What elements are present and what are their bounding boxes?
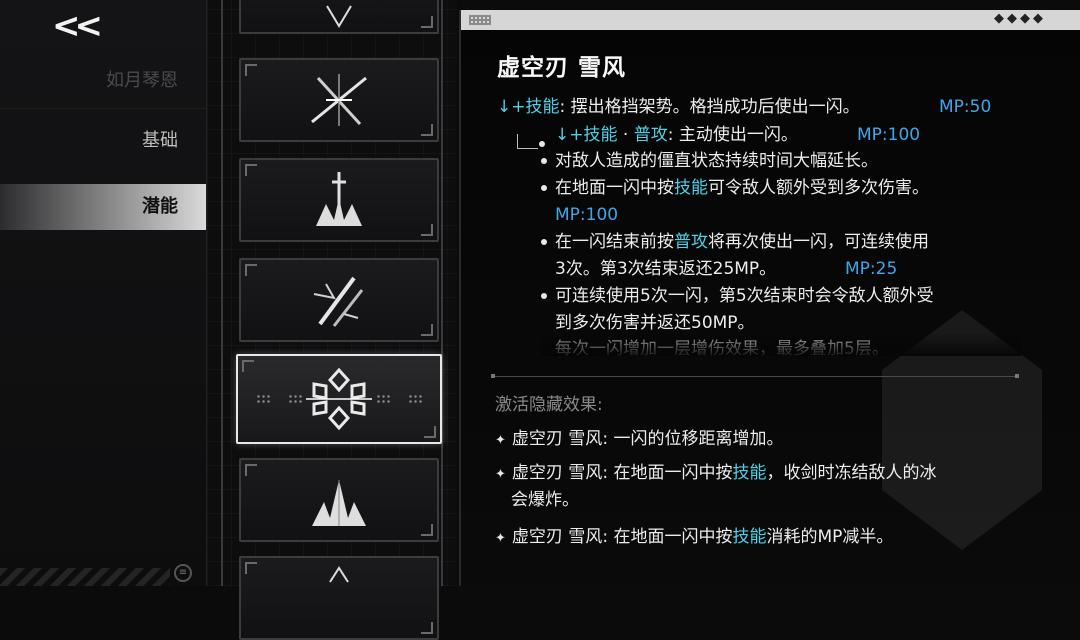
text: 在一闪结束前按: [555, 232, 674, 252]
skill-title: 虚空刃 雪风: [497, 55, 627, 81]
bullet-text-3-cont: 3次。第3次结束返还25MP。: [555, 259, 777, 279]
skill-card-3[interactable]: [239, 258, 439, 342]
section-divider: [491, 374, 1019, 378]
bullet-text-2: 在地面一闪中按技能可令敌人额外受到多次伤害。: [555, 177, 929, 199]
sparkle-icon: ✦: [495, 467, 506, 482]
line-text: : 摆出格挡架势。格挡成功后使出一闪。: [559, 97, 860, 117]
decor-dots: [288, 394, 302, 404]
bullet-text-1: 对敌人造成的僵直状态持续时间大幅延长。: [555, 151, 878, 171]
snowflake-core-icon: [306, 367, 372, 431]
partial-skill-icon: [326, 5, 352, 28]
mp-cost: MP:50: [939, 97, 992, 117]
skill-card-2[interactable]: [239, 158, 439, 242]
bullet-icon: [541, 239, 547, 245]
text: 将再次使出一闪，可连续使用: [708, 232, 929, 252]
effect-text: : 在地面一闪中按: [602, 463, 733, 483]
arrow-down-plus: ↓+: [497, 97, 526, 117]
partial-skill-icon: [329, 566, 349, 583]
skill-detail-panel: ◆◆◆◆ 虚空刃 雪风 ↓+技能: 摆出格挡架势。格挡成功后使出一闪。 MP:5…: [459, 10, 1080, 586]
effect-text: ，收剑时冻结敌人的冰: [766, 463, 937, 483]
branch-connector-icon: [517, 134, 538, 149]
attack-keyword: 普攻: [674, 232, 708, 252]
skill-keyword: 技能: [732, 527, 767, 547]
claw-slash-icon: [313, 276, 364, 327]
skill-card-bottom-partial[interactable]: [239, 556, 439, 640]
skill-card-5[interactable]: [239, 458, 439, 542]
bullet-icon: [541, 185, 547, 191]
mp-cost: MP:25: [845, 259, 898, 279]
skill-keyword: 技能: [583, 125, 618, 145]
nav-item-character[interactable]: 如月琴恩: [0, 58, 206, 104]
decor-dots: [376, 394, 390, 404]
text: 在地面一闪中按: [555, 178, 674, 198]
sparkle-icon: ✦: [495, 531, 506, 546]
hidden-effect-2-cont: 会爆炸。: [511, 490, 579, 510]
hidden-effect-3: ✦ 虚空刃 雪风: 在地面一闪中按技能消耗的MP减半。: [495, 526, 893, 550]
skill-column: [207, 0, 457, 640]
cross-slash-icon: [311, 74, 367, 126]
effect-text: : 在地面一闪中按: [602, 527, 733, 547]
mp-cost: MP:100: [555, 205, 619, 225]
grid-decor-icon: [469, 15, 491, 25]
bullet-text-3: 在一闪结束前按普攻将再次使出一闪，可连续使用: [555, 231, 929, 253]
rail-left: [221, 0, 223, 586]
panel-header-bar: ◆◆◆◆: [461, 10, 1080, 30]
skill-card-top-partial[interactable]: [239, 0, 439, 34]
line-text: : 主动使出一闪。: [667, 125, 798, 145]
ice-crystal-icon: [312, 480, 366, 526]
decor-dots: [256, 394, 270, 404]
left-nav: << 如月琴恩 基础 潜能 ≡: [0, 0, 207, 586]
bullet-text-4: 可连续使用5次一闪，第5次结束时会令敌人额外受: [555, 286, 934, 306]
rail-right: [441, 0, 443, 586]
decor-dots: [408, 394, 422, 404]
hidden-effect-2: ✦ 虚空刃 雪风: 在地面一闪中按技能，收剑时冻结敌人的冰: [495, 462, 936, 486]
effect-name: 虚空刃 雪风: [511, 527, 603, 547]
effect-name: 虚空刃 雪风: [511, 429, 603, 449]
ice-sword-burst-icon: [316, 172, 362, 226]
skill-line-2: ↓+技能 · 普攻: 主动使出一闪。: [555, 124, 798, 146]
separator-dot: ·: [617, 125, 634, 145]
attack-keyword: 普攻: [633, 125, 668, 145]
skill-keyword: 技能: [674, 178, 708, 198]
sparkle-icon: ✦: [495, 433, 506, 448]
effect-text: 消耗的MP减半。: [766, 527, 894, 547]
skill-card-4-selected[interactable]: [236, 354, 442, 444]
text: 可令敌人额外受到多次伤害。: [708, 178, 929, 198]
bullet-icon: [541, 158, 547, 164]
nav-divider: [0, 108, 206, 109]
bullet-icon: [539, 141, 545, 147]
arrow-down-plus: ↓+: [555, 125, 584, 145]
decorative-stripe: [0, 568, 170, 586]
skill-keyword: 技能: [732, 463, 767, 483]
hidden-effects-title: 激活隐藏效果:: [495, 395, 603, 415]
skill-card-1[interactable]: [239, 58, 439, 142]
nav-item-potential[interactable]: 潜能: [0, 184, 206, 230]
back-button[interactable]: <<: [52, 6, 103, 46]
skill-keyword: 技能: [525, 97, 560, 117]
list-icon[interactable]: ≡: [174, 564, 192, 582]
nav-item-basic[interactable]: 基础: [0, 118, 206, 164]
skill-line-1: ↓+技能: 摆出格挡架势。格挡成功后使出一闪。: [497, 96, 860, 118]
scroll-fade: [541, 332, 1021, 356]
hidden-effect-1: ✦ 虚空刃 雪风: 一闪的位移距离增加。: [495, 428, 783, 452]
bullet-text-4-cont: 到多次伤害并返还50MP。: [555, 313, 755, 333]
mp-cost: MP:100: [857, 125, 921, 145]
diamond-decor-icons: ◆◆◆◆: [994, 11, 1046, 26]
effect-text: : 一闪的位移距离增加。: [602, 429, 784, 449]
effect-name: 虚空刃 雪风: [511, 463, 603, 483]
bullet-icon: [541, 293, 547, 299]
